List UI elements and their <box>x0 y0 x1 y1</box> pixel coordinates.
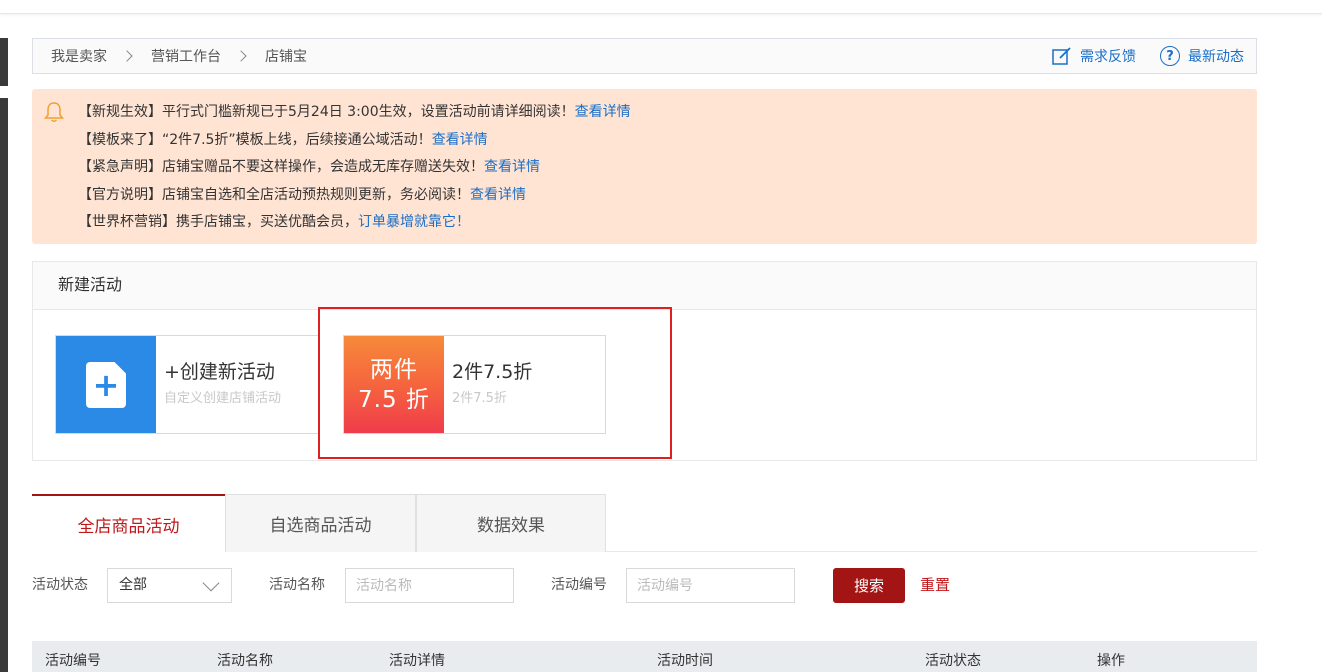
reset-button[interactable]: 重置 <box>920 568 950 603</box>
create-activity-card[interactable]: + +创建新活动 自定义创建店铺活动 <box>55 335 320 434</box>
highlight-box <box>318 307 672 459</box>
status-label: 活动状态 <box>32 577 88 593</box>
column-activity-id: 活动编号 <box>45 653 101 669</box>
notice-text: 【紧急声明】店铺宝赠品不要这样操作，会造成无库存赠送失效！ <box>78 159 484 175</box>
search-button[interactable]: 搜索 <box>833 568 905 603</box>
filter-bar: 活动状态 全部 活动名称 活动编号 搜索 重置 <box>32 568 1257 603</box>
create-thumb: + <box>56 336 156 433</box>
breadcrumb: 我是卖家 营销工作台 店铺宝 需求反馈 ? 最新动态 <box>32 38 1257 74</box>
breadcrumb-actions: 需求反馈 ? 最新动态 <box>1052 39 1244 73</box>
create-card-body: +创建新活动 自定义创建店铺活动 <box>156 336 281 433</box>
edit-icon <box>1052 47 1071 65</box>
breadcrumb-item-store-treasure: 店铺宝 <box>265 49 307 65</box>
notice-text: 【官方说明】店铺宝自选和全店活动预热规则更新，务必阅读！ <box>78 186 470 203</box>
breadcrumb-item-seller[interactable]: 我是卖家 <box>51 46 107 66</box>
chevron-right-icon <box>235 50 247 62</box>
column-activity-status: 活动状态 <box>925 653 981 669</box>
notice-panel: 【新规生效】平行式门槛新规已于5月24日 3:00生效，设置活动前请详细阅读！查… <box>32 89 1257 244</box>
notice-link[interactable]: 查看详情 <box>484 159 540 175</box>
top-bar <box>0 0 1322 14</box>
breadcrumb-item-marketing[interactable]: 营销工作台 <box>151 46 221 66</box>
create-card-subtitle: 自定义创建店铺活动 <box>164 391 282 406</box>
id-label: 活动编号 <box>551 577 607 593</box>
status-select-value: 全部 <box>119 577 147 593</box>
news-label: 最新动态 <box>1188 49 1244 65</box>
column-activity-detail: 活动详情 <box>389 653 445 669</box>
notice-item: 【世界杯营销】携手店铺宝，买送优酷会员，订单暴增就靠它！ <box>78 209 1257 237</box>
notice-link[interactable]: 订单暴增就靠它！ <box>358 214 470 230</box>
notice-item: 【官方说明】店铺宝自选和全店活动预热规则更新，务必阅读！查看详情 <box>78 182 1257 210</box>
chevron-right-icon <box>121 50 133 62</box>
notice-item: 【新规生效】平行式门槛新规已于5月24日 3:00生效，设置活动前请详细阅读！查… <box>78 99 1257 127</box>
tab-data-effect[interactable]: 数据效果 <box>416 494 606 552</box>
chevron-down-icon <box>202 574 220 592</box>
notice-text: 【模板来了】“2件7.5折”模板上线，后续接通公域活动！ <box>78 131 432 148</box>
name-label: 活动名称 <box>269 577 325 593</box>
bell-icon <box>44 102 64 122</box>
tab-selected-items[interactable]: 自选商品活动 <box>225 494 416 552</box>
create-card-title: +创建新活动 <box>164 361 275 383</box>
feedback-link[interactable]: 需求反馈 <box>1052 46 1136 66</box>
activity-id-input[interactable] <box>626 568 795 603</box>
notice-link[interactable]: 查看详情 <box>432 132 488 148</box>
status-select[interactable]: 全部 <box>107 568 232 603</box>
column-activity-time: 活动时间 <box>657 653 713 669</box>
question-icon: ? <box>1160 46 1180 66</box>
news-link[interactable]: ? 最新动态 <box>1160 46 1244 66</box>
feedback-label: 需求反馈 <box>1080 49 1136 65</box>
notice-text: 【世界杯营销】携手店铺宝，买送优酷会员， <box>78 214 358 230</box>
new-activity-heading: 新建活动 <box>33 262 1256 310</box>
left-sidebar-edge <box>0 38 8 86</box>
column-actions: 操作 <box>1097 653 1125 669</box>
left-sidebar-edge <box>0 98 8 672</box>
notice-link[interactable]: 查看详情 <box>470 187 526 203</box>
tab-store-wide[interactable]: 全店商品活动 <box>32 494 225 553</box>
notice-link[interactable]: 查看详情 <box>575 104 631 120</box>
activity-tabs: 全店商品活动 自选商品活动 数据效果 <box>32 494 1257 553</box>
notice-item: 【紧急声明】店铺宝赠品不要这样操作，会造成无库存赠送失效！查看详情 <box>78 154 1257 182</box>
table-header: 活动编号 活动名称 活动详情 活动时间 活动状态 操作 <box>32 641 1257 672</box>
activity-name-input[interactable] <box>345 568 514 603</box>
add-document-icon: + <box>86 361 126 408</box>
notice-text: 【新规生效】平行式门槛新规已于5月24日 3:00生效，设置活动前请详细阅读！ <box>78 104 575 120</box>
notice-item: 【模板来了】“2件7.5折”模板上线，后续接通公域活动！查看详情 <box>78 127 1257 155</box>
column-activity-name: 活动名称 <box>217 653 273 669</box>
